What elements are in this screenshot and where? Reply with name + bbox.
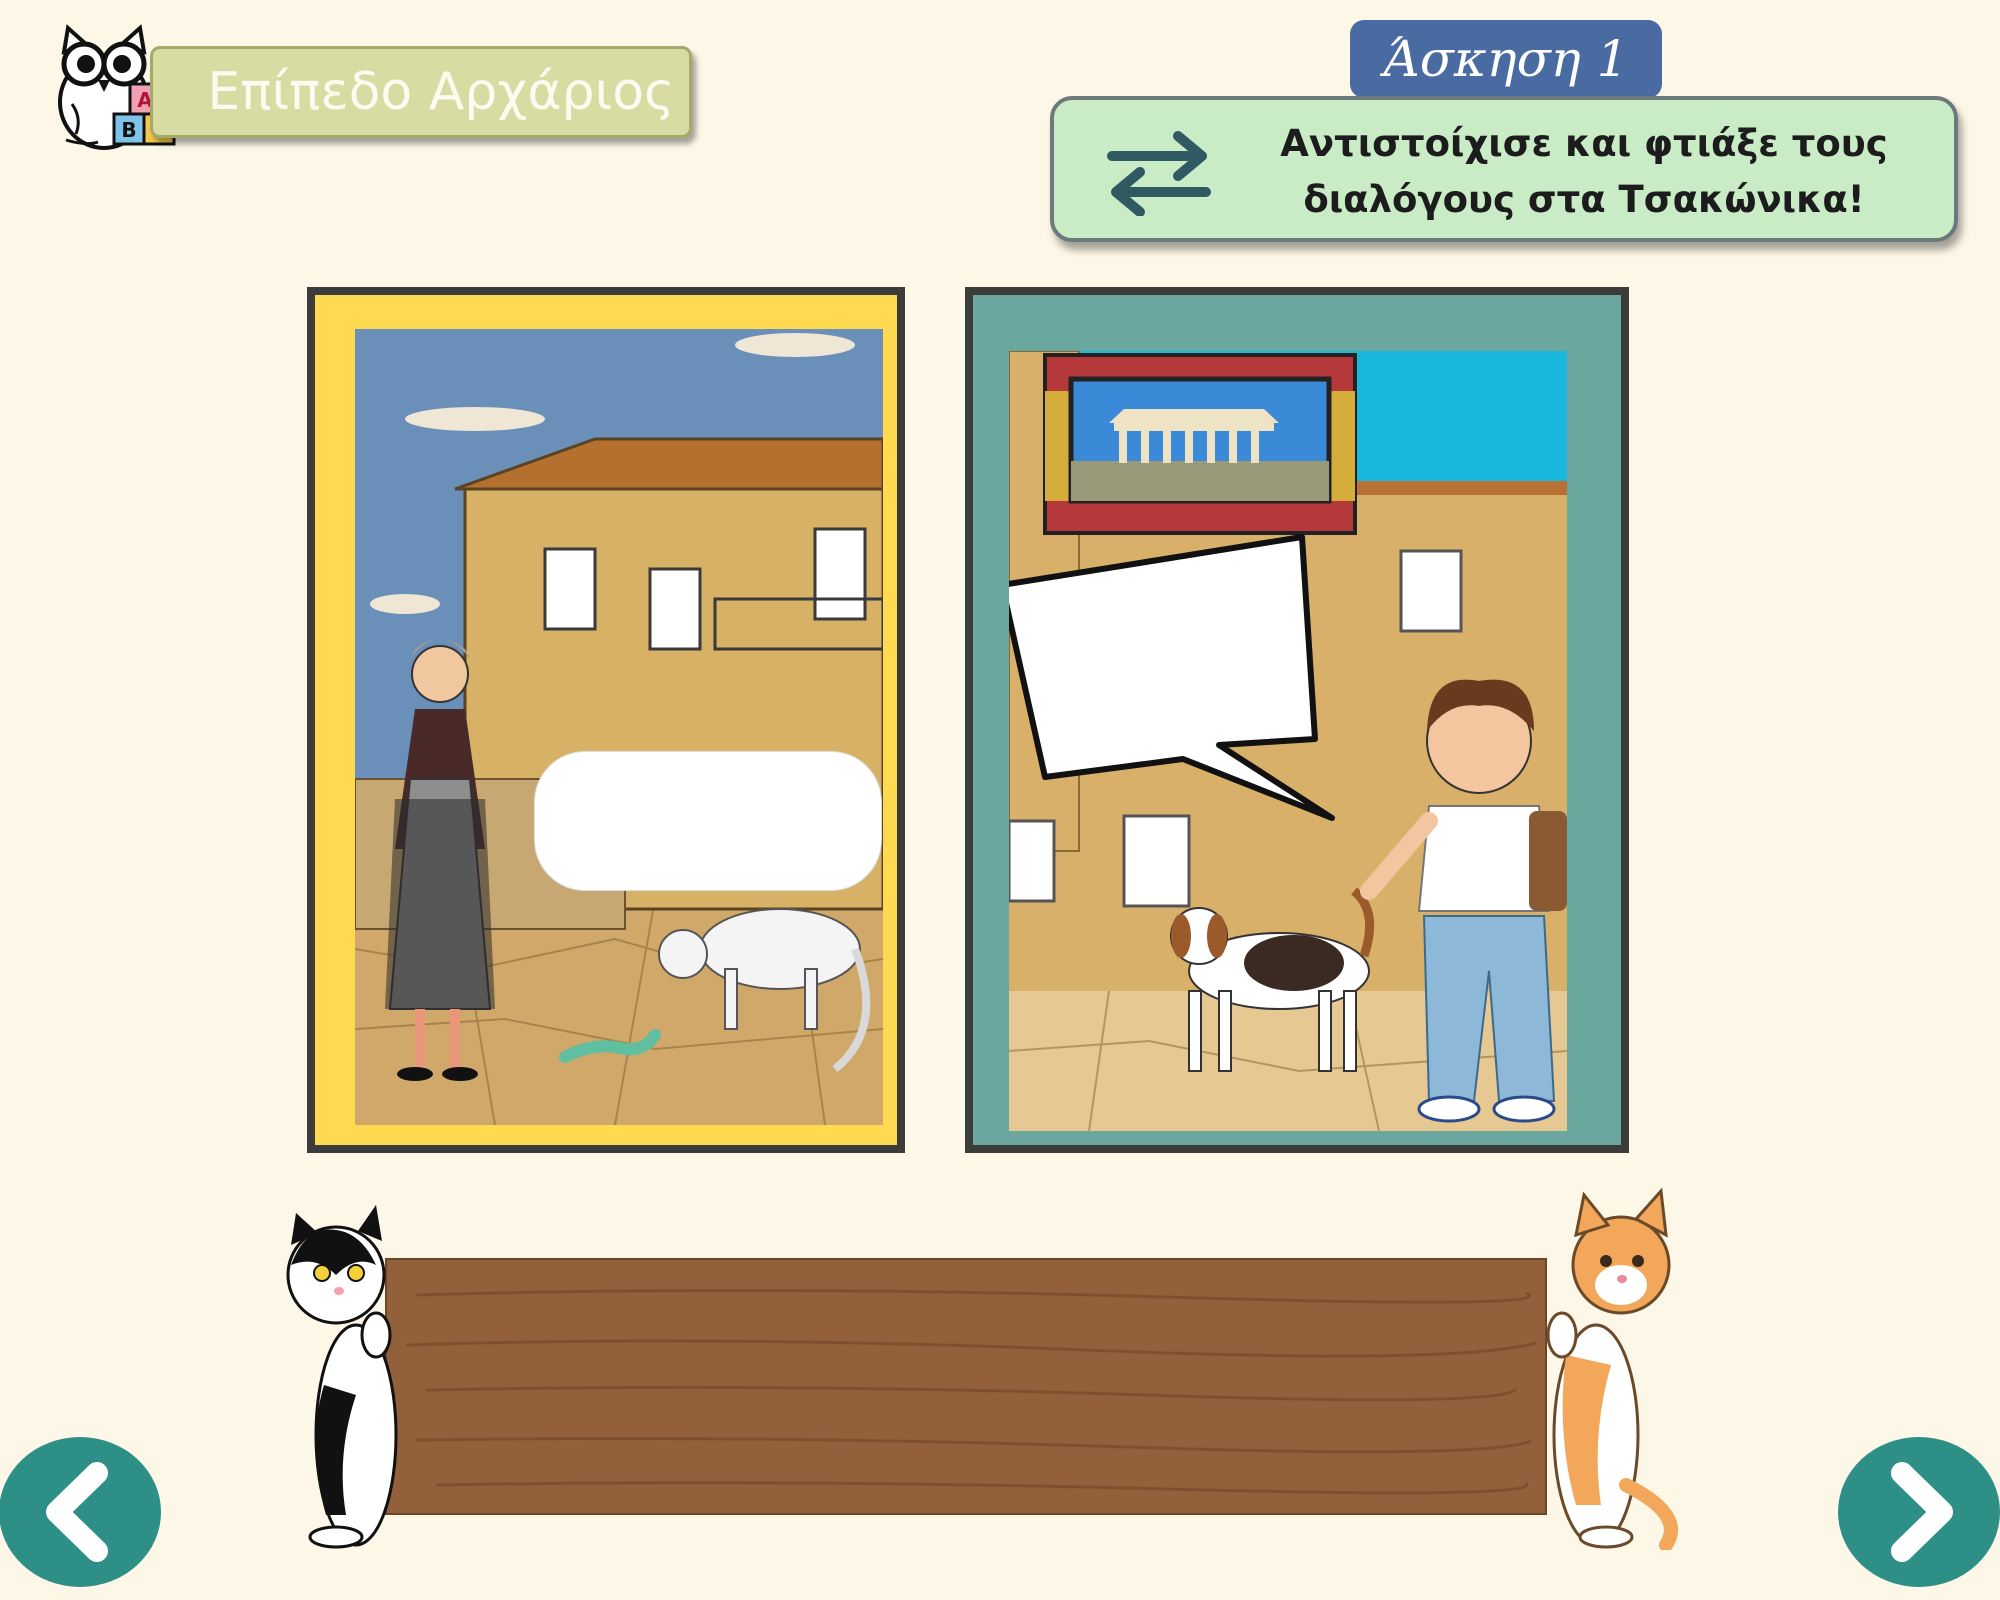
instruction-text: Αντιστοίχισε και φτιάξε τους διαλόγους σ…: [1280, 122, 1888, 221]
speech-bubble-left[interactable]: [535, 752, 881, 890]
next-button[interactable]: [1838, 1437, 2000, 1587]
instruction-box: Αντιστοίχισε και φτιάξε τους διαλόγους σ…: [1050, 96, 1958, 242]
black-white-cat: [286, 1205, 398, 1549]
level-badge: Επίπεδο Αρχάριος: [150, 46, 692, 138]
boy-scene-illustration: [1009, 351, 1567, 1131]
exercise-label: Άσκηση 1: [1383, 30, 1629, 88]
chevron-left-icon: [46, 1462, 108, 1562]
swap-arrows-icon: [1104, 130, 1214, 217]
grandmother-scene-illustration: [355, 329, 883, 1125]
chevron-right-icon: [1891, 1462, 1953, 1562]
orange-cat: [1546, 1187, 1678, 1552]
speech-bubble-right[interactable]: [1009, 531, 1337, 831]
answer-board-area: [266, 1185, 1706, 1552]
scene-panel-right: [965, 287, 1629, 1153]
level-label: Επίπεδο Αρχάριος: [207, 62, 675, 122]
previous-button[interactable]: [0, 1437, 161, 1587]
scene-panel-left: [307, 287, 905, 1153]
logo-letter-b: Β: [121, 118, 136, 142]
exercise-badge: Άσκηση 1: [1350, 20, 1662, 98]
